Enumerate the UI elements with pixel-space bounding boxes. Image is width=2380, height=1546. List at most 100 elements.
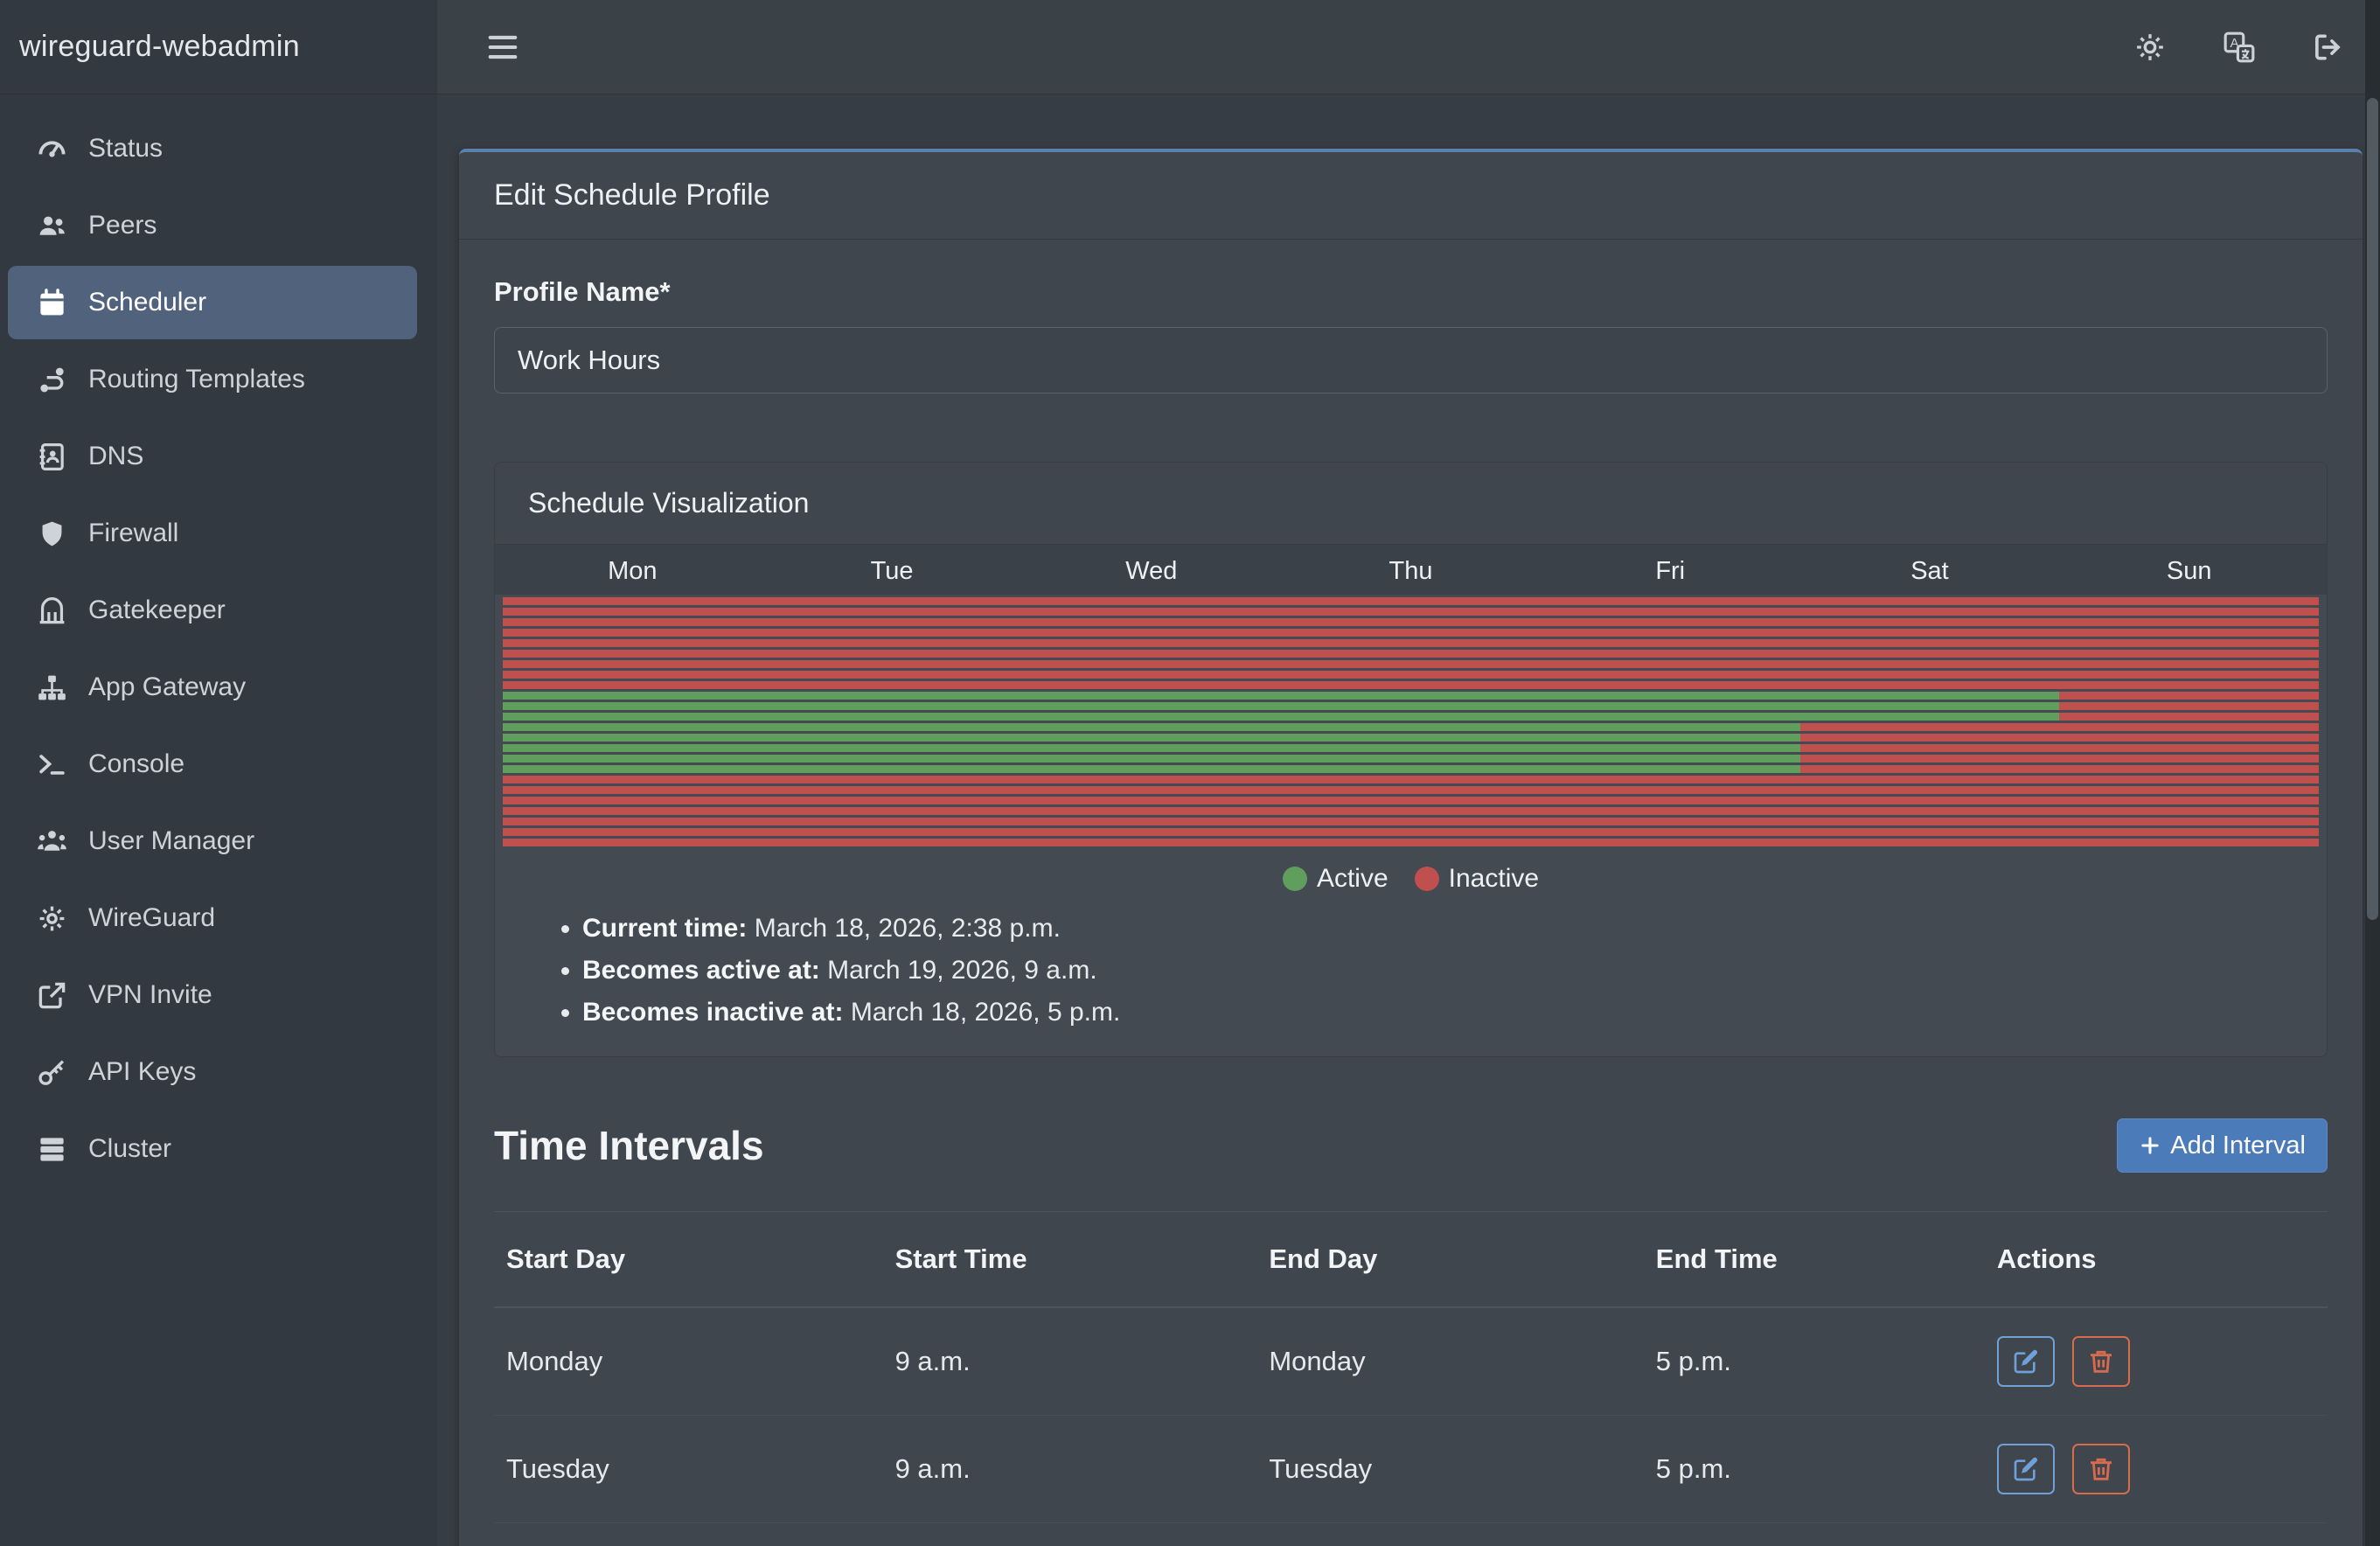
end-time-cell: 5 p.m. <box>1644 1416 1985 1523</box>
schedule-status-list: Current time: March 18, 2026, 2:38 p.m. … <box>582 908 2327 1034</box>
cell-inactive <box>1021 660 1281 668</box>
end-day-cell: Tuesday <box>1256 1416 1643 1523</box>
delete-interval-button[interactable] <box>2072 1444 2130 1494</box>
cell-inactive <box>1800 723 2060 731</box>
column-end-time: End Time <box>1644 1212 1985 1308</box>
cell-active <box>762 744 1022 752</box>
day-label-tue: Tue <box>762 557 1022 586</box>
sidebar-item-peers[interactable]: Peers <box>8 189 417 262</box>
cell-inactive <box>762 597 1022 605</box>
sidebar: wireguard-webadmin Status Peers Schedule… <box>0 0 437 1546</box>
cell-active <box>1021 744 1281 752</box>
sidebar-item-status[interactable]: Status <box>8 112 417 185</box>
sidebar-item-user-manager[interactable]: User Manager <box>8 804 417 878</box>
sidebar-item-cluster[interactable]: Cluster <box>8 1112 417 1186</box>
day-label-fri: Fri <box>1541 557 1800 586</box>
cell-inactive <box>2059 786 2319 794</box>
start-time-cell: 9 a.m. <box>883 1416 1257 1523</box>
end-time-cell: 5 p.m. <box>1644 1307 1985 1416</box>
sidebar-item-gatekeeper[interactable]: Gatekeeper <box>8 574 417 647</box>
status-line-current-time: Current time: March 18, 2026, 2:38 p.m. <box>582 908 2327 950</box>
cell-inactive <box>1021 629 1281 637</box>
cell-active <box>1541 692 1800 700</box>
legend-item-active: Active <box>1283 864 1388 894</box>
hour-row-10 <box>503 702 2319 710</box>
sidebar-item-dns[interactable]: DNS <box>8 420 417 493</box>
day-label-mon: Mon <box>503 557 762 586</box>
cell-inactive <box>503 618 762 626</box>
schedule-heatmap <box>495 595 2327 846</box>
app-root: wireguard-webadmin Status Peers Schedule… <box>0 0 2380 1546</box>
hour-row-15 <box>503 755 2319 763</box>
hour-row-12 <box>503 723 2319 731</box>
add-interval-button[interactable]: Add Interval <box>2117 1118 2328 1173</box>
language-icon[interactable]: A <box>2223 31 2256 64</box>
theme-sun-icon[interactable] <box>2133 31 2167 64</box>
column-end-day: End Day <box>1256 1212 1643 1308</box>
legend-label-active: Active <box>1317 864 1388 894</box>
profile-name-input[interactable] <box>494 327 2328 393</box>
logout-icon[interactable] <box>2312 31 2345 64</box>
cell-inactive <box>1281 828 1541 836</box>
end-day-cell: Monday <box>1256 1307 1643 1416</box>
end-time-cell: 5 p.m. <box>1644 1523 1985 1546</box>
sidebar-item-app-gateway[interactable]: App Gateway <box>8 651 417 724</box>
cell-inactive <box>1281 776 1541 783</box>
cell-inactive <box>2059 818 2319 825</box>
cell-inactive <box>503 608 762 616</box>
sidebar-item-api-keys[interactable]: API Keys <box>8 1035 417 1109</box>
scrollbar-thumb[interactable] <box>2367 98 2378 920</box>
cell-active <box>762 692 1022 700</box>
edit-interval-button[interactable] <box>1997 1336 2055 1387</box>
cell-inactive <box>1541 681 1800 689</box>
sitemap-icon <box>32 671 71 704</box>
legend-dot-active <box>1283 867 1307 891</box>
cell-inactive <box>503 629 762 637</box>
sidebar-item-routing-templates[interactable]: Routing Templates <box>8 343 417 416</box>
cell-inactive <box>762 671 1022 679</box>
cell-inactive <box>1800 744 2060 752</box>
cell-inactive <box>1021 671 1281 679</box>
hour-row-21 <box>503 818 2319 825</box>
delete-interval-button[interactable] <box>2072 1336 2130 1387</box>
share-icon <box>32 978 71 1012</box>
cell-inactive <box>1021 839 1281 846</box>
cell-inactive <box>503 786 762 794</box>
sidebar-item-vpn-invite[interactable]: VPN Invite <box>8 958 417 1032</box>
cell-inactive <box>1281 786 1541 794</box>
cell-inactive <box>1281 660 1541 668</box>
sidebar-item-label: DNS <box>88 442 143 471</box>
gauge-icon <box>32 132 71 165</box>
hamburger-menu-icon[interactable] <box>486 31 519 64</box>
cell-inactive <box>1541 786 1800 794</box>
column-actions: Actions <box>1985 1212 2328 1308</box>
cell-inactive <box>1021 828 1281 836</box>
start-time-cell: 9 a.m. <box>883 1523 1257 1546</box>
table-row: Monday 9 a.m. Monday 5 p.m. <box>494 1307 2328 1416</box>
cell-inactive <box>762 818 1022 825</box>
sidebar-item-scheduler[interactable]: Scheduler <box>8 266 417 339</box>
sidebar-item-label: App Gateway <box>88 672 246 702</box>
sidebar-item-wireguard[interactable]: WireGuard <box>8 881 417 955</box>
cell-inactive <box>1281 650 1541 658</box>
cell-inactive <box>503 597 762 605</box>
cell-inactive <box>503 818 762 825</box>
cell-inactive <box>1281 629 1541 637</box>
sidebar-item-label: User Manager <box>88 826 254 856</box>
cell-active <box>1800 713 2060 721</box>
hour-row-4 <box>503 639 2319 647</box>
start-day-cell: Wednesday <box>494 1523 883 1546</box>
cell-inactive <box>1021 807 1281 815</box>
status-value: March 18, 2026, 2:38 p.m. <box>755 914 1061 943</box>
key-icon <box>32 1055 71 1089</box>
cell-active <box>503 765 762 773</box>
sidebar-item-firewall[interactable]: Firewall <box>8 497 417 570</box>
cell-inactive <box>1541 597 1800 605</box>
sidebar-item-console[interactable]: Console <box>8 728 417 801</box>
vertical-scrollbar[interactable] <box>2365 0 2380 1546</box>
page-title: Edit Schedule Profile <box>494 178 2328 212</box>
cell-inactive <box>2059 755 2319 763</box>
cell-inactive <box>503 660 762 668</box>
edit-interval-button[interactable] <box>1997 1444 2055 1494</box>
cell-inactive <box>1541 776 1800 783</box>
